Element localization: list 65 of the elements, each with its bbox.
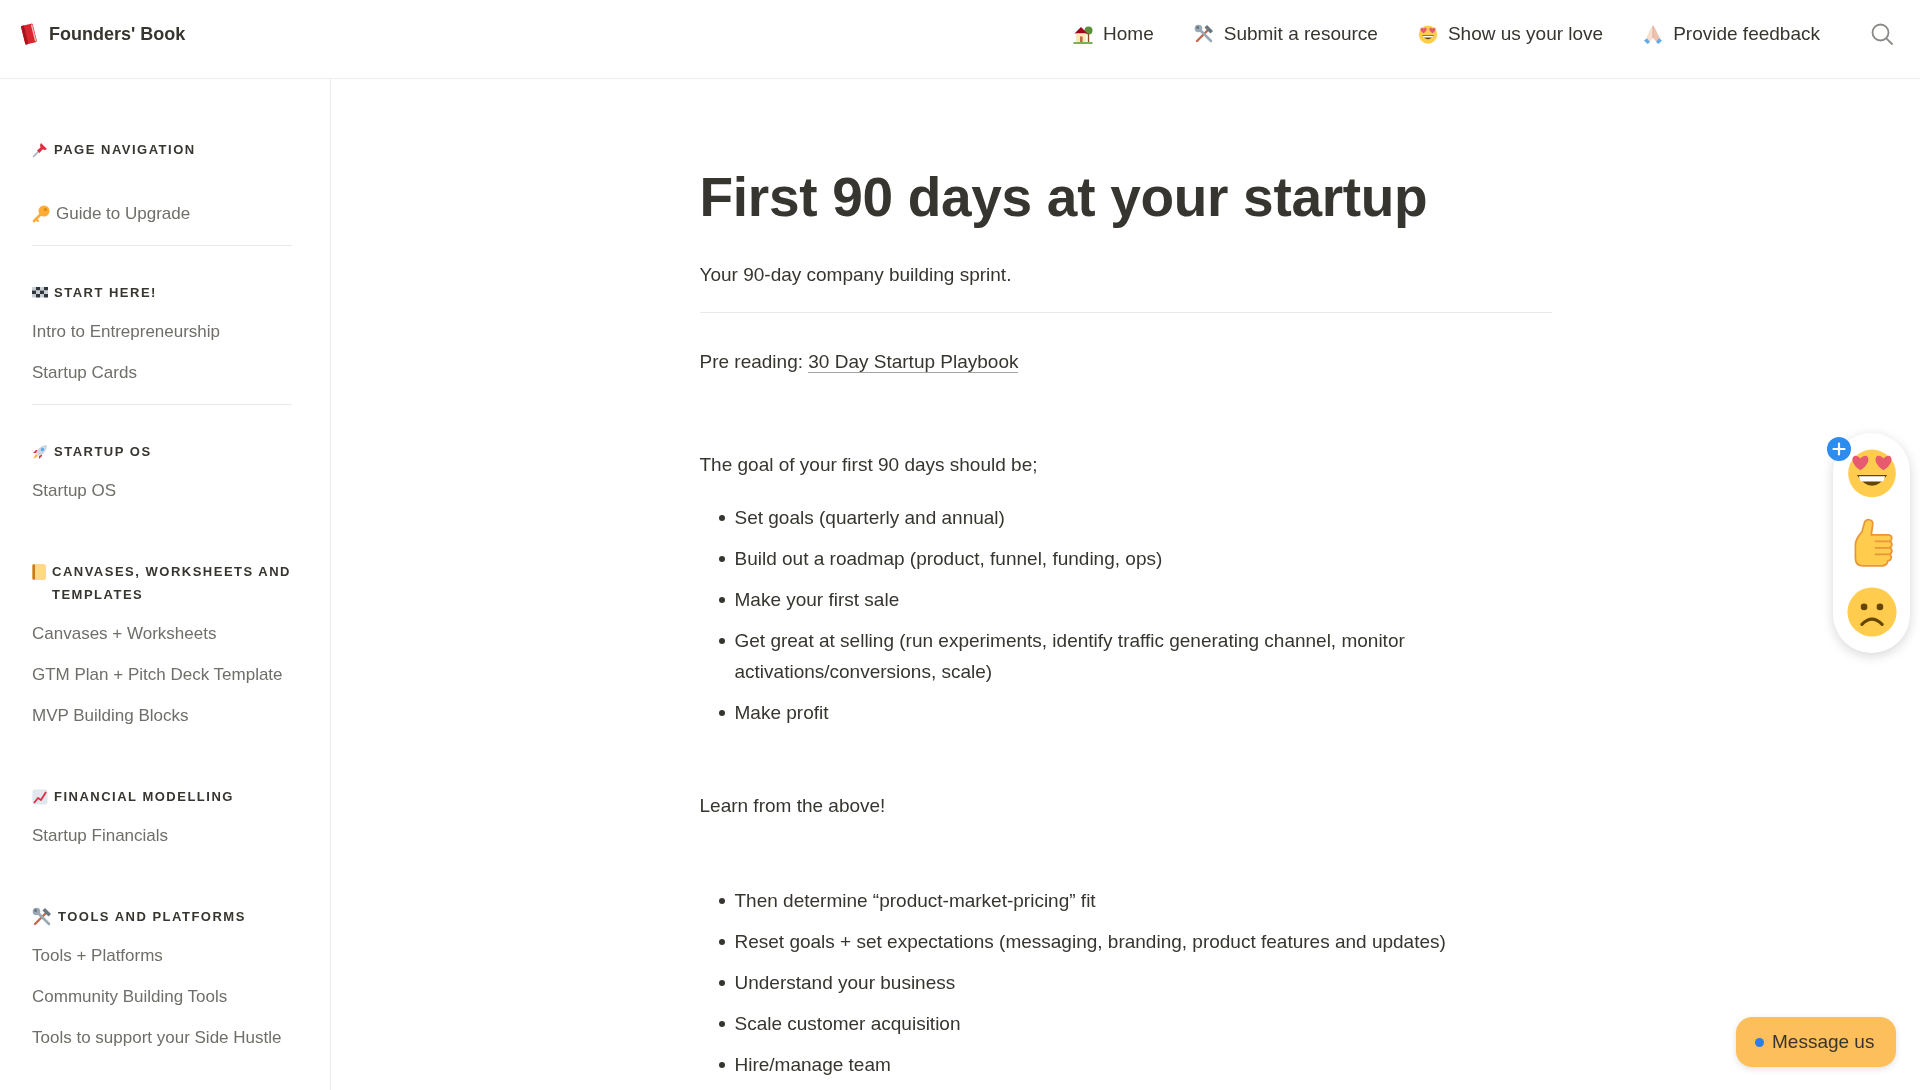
bullet-icon	[718, 556, 725, 562]
sidebar-link[interactable]: Guide to Upgrade	[32, 200, 191, 228]
list-item: Reset goals + set expectations (messaging, branding, product features and updates)	[734, 930, 1446, 954]
playbook-link[interactable]: 30 Day Startup Playbook	[808, 351, 1019, 373]
sidebar-link[interactable]: Startup Financials	[32, 822, 169, 850]
rocket-icon	[32, 443, 48, 460]
list-item: Hire/manage team	[734, 1053, 891, 1077]
plus-icon[interactable]	[1827, 437, 1851, 461]
notebook-icon	[32, 563, 46, 580]
key-icon	[32, 205, 50, 223]
logo-link[interactable]: Founders' Book	[20, 22, 186, 46]
list-item: Get great at selling (run experiments, identify traffic generating channel, monitor activations/conversions, scale)	[734, 629, 1406, 684]
list-item: Set goals (quarterly and annual)	[734, 506, 1005, 530]
section-heading: START HERE!	[54, 284, 157, 302]
list-item: Make profit	[734, 701, 829, 725]
hammer-wrench-icon	[32, 906, 52, 927]
nav-link[interactable]: Submit a resource	[1193, 21, 1378, 47]
house-icon	[1073, 24, 1094, 44]
sidebar-link[interactable]: Community Building Tools	[32, 983, 228, 1011]
section-heading: PAGE NAVIGATION	[54, 141, 196, 159]
list-item: Understand your business	[734, 971, 956, 995]
list-item: Then determine “product-market-pricing” fit	[734, 889, 1096, 913]
body-text: The goal of your first 90 days should be;	[699, 453, 1038, 477]
page-title: First 90 days at your startup	[699, 165, 1428, 230]
section-heading: TOOLS AND PLATFORMS	[58, 908, 246, 926]
message-button[interactable]: Message us	[1736, 1017, 1896, 1067]
list-item: Scale customer acquisition	[734, 1012, 961, 1036]
sidebar-link[interactable]: Intro to Entrepreneurship	[32, 318, 221, 346]
search-icon[interactable]	[1871, 23, 1893, 45]
chart-icon	[32, 788, 48, 805]
body-text: Learn from the above!	[699, 794, 886, 818]
sidebar-link[interactable]: Tools to support your Side Hustle	[32, 1024, 282, 1052]
nav-link[interactable]: Home	[1073, 21, 1154, 47]
nav-link[interactable]: Show us your love	[1417, 21, 1604, 47]
folded-hands-icon	[1643, 24, 1664, 44]
pushpin-icon	[32, 141, 48, 158]
bullet-icon	[718, 638, 725, 644]
pre-reading-text: Pre reading: 30 Day Startup Playbook	[699, 350, 1019, 375]
sad-face-icon[interactable]	[1845, 586, 1898, 638]
sidebar-link[interactable]: Tools + Platforms	[32, 942, 163, 970]
bullet-icon	[718, 597, 725, 603]
bullet-icon	[718, 939, 725, 945]
bullet-icon	[718, 980, 725, 986]
sidebar-link[interactable]: MVP Building Blocks	[32, 702, 189, 730]
bullet-icon	[718, 515, 725, 521]
list-item: Make your first sale	[734, 588, 900, 612]
section-heading: CANVASES, WORKSHEETS AND TEMPLATES	[52, 563, 292, 604]
sidebar-link[interactable]: Canvases + Worksheets	[32, 620, 217, 648]
sidebar-link[interactable]: Startup OS	[32, 477, 117, 505]
section-heading: FINANCIAL MODELLING	[54, 788, 234, 806]
list-item: Build out a roadmap (product, funnel, funding, ops)	[734, 547, 1163, 571]
sidebar-link[interactable]: GTM Plan + Pitch Deck Template	[32, 661, 283, 689]
subtitle-text: Your 90-day company building sprint.	[699, 263, 1012, 287]
section-heading: STARTUP OS	[54, 443, 152, 461]
book-icon	[20, 23, 38, 45]
bullet-icon	[718, 1021, 725, 1027]
checkered-flag-icon	[32, 287, 48, 298]
nav-link[interactable]: Provide feedback	[1643, 21, 1820, 47]
dot-icon	[1755, 1037, 1764, 1047]
heart-eyes-emoji-icon	[1417, 24, 1438, 44]
bullet-icon	[718, 898, 725, 904]
bullet-icon	[718, 1062, 725, 1068]
bullet-icon	[718, 710, 725, 716]
hammer-wrench-icon	[1193, 24, 1214, 44]
sidebar-link[interactable]: Startup Cards	[32, 359, 137, 387]
